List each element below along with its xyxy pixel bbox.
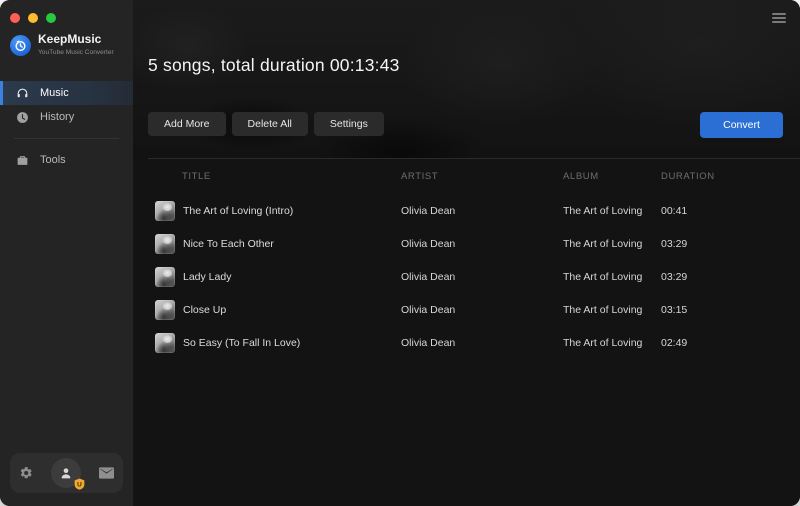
user-icon [61,468,71,479]
song-album: The Art of Loving [563,303,643,316]
column-header-title: TITLE [182,170,211,182]
song-artist: Olivia Dean [401,270,456,283]
song-title: So Easy (To Fall In Love) [183,336,301,349]
app-brand: KeepMusic YouTube Music Converter [0,23,133,69]
unregistered-badge-icon: U [74,478,85,490]
album-art-thumbnail [155,200,175,221]
sidebar-nav: Music History Tools [0,81,133,172]
toolbar: Add More Delete All Settings [148,112,384,136]
song-duration: 03:29 [661,270,688,283]
song-title: Close Up [183,303,227,316]
sidebar-item-label: Music [40,87,69,99]
sidebar-item-label: Tools [40,154,66,166]
delete-all-button[interactable]: Delete All [231,112,308,136]
sidebar-footer: U [10,453,123,493]
settings-button[interactable]: Settings [313,112,384,136]
song-table: TITLE ARTIST ALBUM DURATION The Art of L… [133,158,800,506]
app-name: KeepMusic [38,32,102,46]
account-button[interactable]: U [51,458,85,490]
song-artist: Olivia Dean [401,336,456,349]
sidebar-item-history[interactable]: History [0,105,133,129]
song-duration: 00:41 [661,204,688,217]
column-header-album: ALBUM [563,170,599,182]
zoom-button[interactable] [46,13,56,23]
song-title: Nice To Each Other [183,237,274,250]
sidebar-divider [14,138,119,139]
traffic-lights [0,0,133,23]
song-album: The Art of Loving [563,336,643,349]
app-window: KeepMusic YouTube Music Converter Music … [0,0,800,506]
song-artist: Olivia Dean [401,237,456,250]
song-duration: 02:49 [661,336,688,349]
album-art-thumbnail [155,266,175,287]
songs-summary: 5 songs, total duration 00:13:43 [148,55,400,75]
gear-icon [20,467,32,479]
feedback-button[interactable] [99,467,114,479]
album-art-thumbnail [155,332,175,353]
song-artist: Olivia Dean [401,303,456,316]
add-more-button[interactable]: Add More [148,112,226,136]
table-row[interactable]: The Art of Loving (Intro) Olivia Dean Th… [133,194,800,227]
toolbox-icon [17,155,28,165]
song-artist: Olivia Dean [401,204,456,217]
headphones-icon [17,88,28,97]
main-panel: 5 songs, total duration 00:13:43 Add Mor… [133,0,800,506]
sidebar-item-label: History [40,111,75,123]
app-subtitle: YouTube Music Converter [38,49,114,56]
column-header-duration: DURATION [661,170,715,182]
svg-text:U: U [77,481,82,488]
table-row[interactable]: So Easy (To Fall In Love) Olivia Dean Th… [133,326,800,359]
sidebar: KeepMusic YouTube Music Converter Music … [0,0,133,506]
song-title: The Art of Loving (Intro) [183,204,294,217]
song-duration: 03:29 [661,237,688,250]
album-art-thumbnail [155,233,175,254]
table-header-row: TITLE ARTIST ALBUM DURATION [133,158,800,194]
table-row[interactable]: Nice To Each Other Olivia Dean The Art o… [133,227,800,260]
app-logo-icon [10,34,31,56]
song-album: The Art of Loving [563,270,643,283]
table-row[interactable]: Close Up Olivia Dean The Art of Loving 0… [133,293,800,326]
convert-button[interactable]: Convert [700,112,783,138]
close-button[interactable] [10,13,20,23]
sidebar-item-tools[interactable]: Tools [0,148,133,172]
sidebar-item-music[interactable]: Music [0,81,133,105]
column-header-artist: ARTIST [401,170,439,182]
song-duration: 03:15 [661,303,688,316]
settings-gear-button[interactable] [19,466,33,480]
song-album: The Art of Loving [563,204,643,217]
minimize-button[interactable] [28,13,38,23]
hamburger-menu-button[interactable] [772,13,786,25]
album-art-thumbnail [155,299,175,320]
mail-icon [99,467,114,479]
table-divider [148,158,800,159]
song-title: Lady Lady [183,270,232,283]
song-album: The Art of Loving [563,237,643,250]
table-row[interactable]: Lady Lady Olivia Dean The Art of Loving … [133,260,800,293]
clock-icon [17,111,28,123]
